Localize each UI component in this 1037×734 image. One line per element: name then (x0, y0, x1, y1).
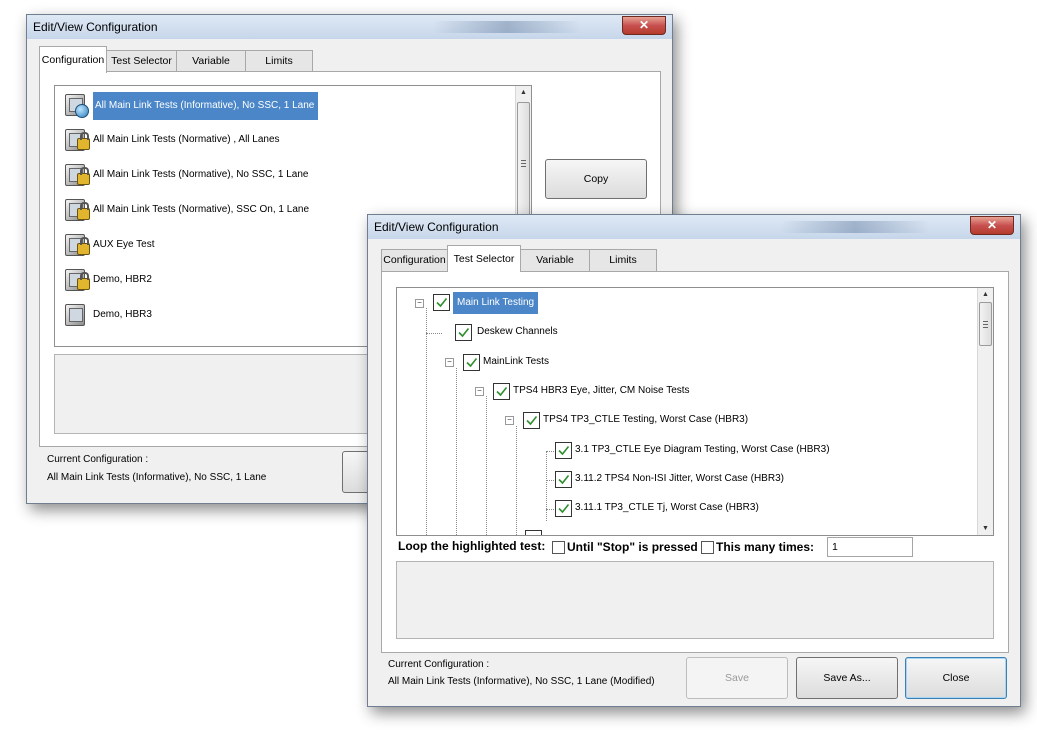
tab-variable-setup[interactable]: Variable Setup (520, 249, 590, 287)
until-stop-label: Until "Stop" is pressed (567, 540, 698, 554)
save-as-button[interactable]: Save As... (796, 657, 898, 699)
close-window-button[interactable]: ✕ (970, 216, 1014, 235)
pc-globe-icon (63, 92, 91, 120)
checkbox[interactable] (463, 354, 480, 371)
current-config-value: All Main Link Tests (Informative), No SS… (47, 472, 267, 483)
tree-line (456, 368, 457, 535)
scroll-thumb[interactable] (979, 302, 992, 346)
title-watermark (432, 21, 582, 33)
test-tree[interactable]: − Main Link Testing Deskew Channels − Ma… (396, 287, 994, 536)
close-button[interactable]: Close (905, 657, 1007, 699)
checkbox[interactable] (523, 412, 540, 429)
tree-line (486, 396, 487, 535)
save-button[interactable]: Save (686, 657, 788, 699)
tab-limits[interactable]: Limits (245, 50, 313, 72)
tree-scrollbar[interactable]: ▲ ▼ (977, 288, 993, 535)
pc-lock-icon (63, 162, 91, 190)
checkbox[interactable] (455, 324, 472, 341)
title-bar[interactable]: Edit/View Configuration ✕ (27, 15, 672, 39)
window-title: Edit/View Configuration (33, 20, 158, 34)
tab-panel: − Main Link Testing Deskew Channels − Ma… (381, 271, 1009, 653)
tab-strip: Configuration Test Selector Variable Set… (381, 245, 981, 287)
title-bar[interactable]: Edit/View Configuration ✕ (368, 215, 1020, 239)
tab-variable-setup[interactable]: Variable Setup (176, 50, 246, 88)
many-times-input[interactable]: 1 (827, 537, 913, 557)
copy-button[interactable]: Copy (545, 159, 647, 199)
tab-test-selector[interactable]: Test Selector (447, 245, 521, 272)
until-stop-checkbox[interactable] (552, 541, 565, 554)
collapse-icon[interactable]: − (445, 358, 454, 367)
collapse-icon[interactable]: − (415, 299, 424, 308)
scroll-up-icon[interactable]: ▲ (978, 291, 993, 298)
tree-line (516, 426, 517, 535)
current-config-label: Current Configuration : (47, 454, 149, 465)
tree-line (426, 308, 427, 535)
edit-config-window-front: Edit/View Configuration ✕ Configuration … (367, 214, 1021, 707)
title-watermark (780, 221, 930, 233)
current-config-label: Current Configuration : (388, 659, 490, 670)
scroll-down-icon[interactable]: ▼ (978, 525, 993, 532)
scroll-up-icon[interactable]: ▲ (516, 89, 531, 96)
tree-line (426, 333, 442, 334)
scroll-thumb[interactable] (517, 102, 530, 224)
checkbox[interactable] (555, 471, 572, 488)
many-times-label: This many times: (716, 540, 815, 554)
many-times-checkbox[interactable] (701, 541, 714, 554)
checkbox[interactable] (555, 442, 572, 459)
tab-limits[interactable]: Limits (589, 249, 657, 271)
checkbox[interactable] (433, 294, 450, 311)
tab-configuration[interactable]: Configuration (381, 249, 448, 271)
description-box (396, 561, 994, 639)
pc-lock-icon (63, 267, 91, 295)
current-config-value: All Main Link Tests (Informative), No SS… (388, 676, 655, 687)
checkbox-partial[interactable] (525, 530, 542, 535)
tree-line (546, 451, 547, 521)
pc-lock-icon (63, 127, 91, 155)
loop-label: Loop the highlighted test: (398, 539, 546, 553)
tab-configuration[interactable]: Configuration (39, 46, 107, 73)
tab-test-selector[interactable]: Test Selector (106, 50, 177, 72)
collapse-icon[interactable]: − (475, 387, 484, 396)
pc-lock-icon (63, 232, 91, 260)
checkbox[interactable] (493, 383, 510, 400)
collapse-icon[interactable]: − (505, 416, 514, 425)
pc-icon (63, 302, 91, 330)
tab-strip: Configuration Test Selector Variable Set… (39, 46, 639, 88)
checkbox[interactable] (555, 500, 572, 517)
pc-lock-icon (63, 197, 91, 225)
window-title: Edit/View Configuration (374, 220, 499, 234)
close-window-button[interactable]: ✕ (622, 16, 666, 35)
